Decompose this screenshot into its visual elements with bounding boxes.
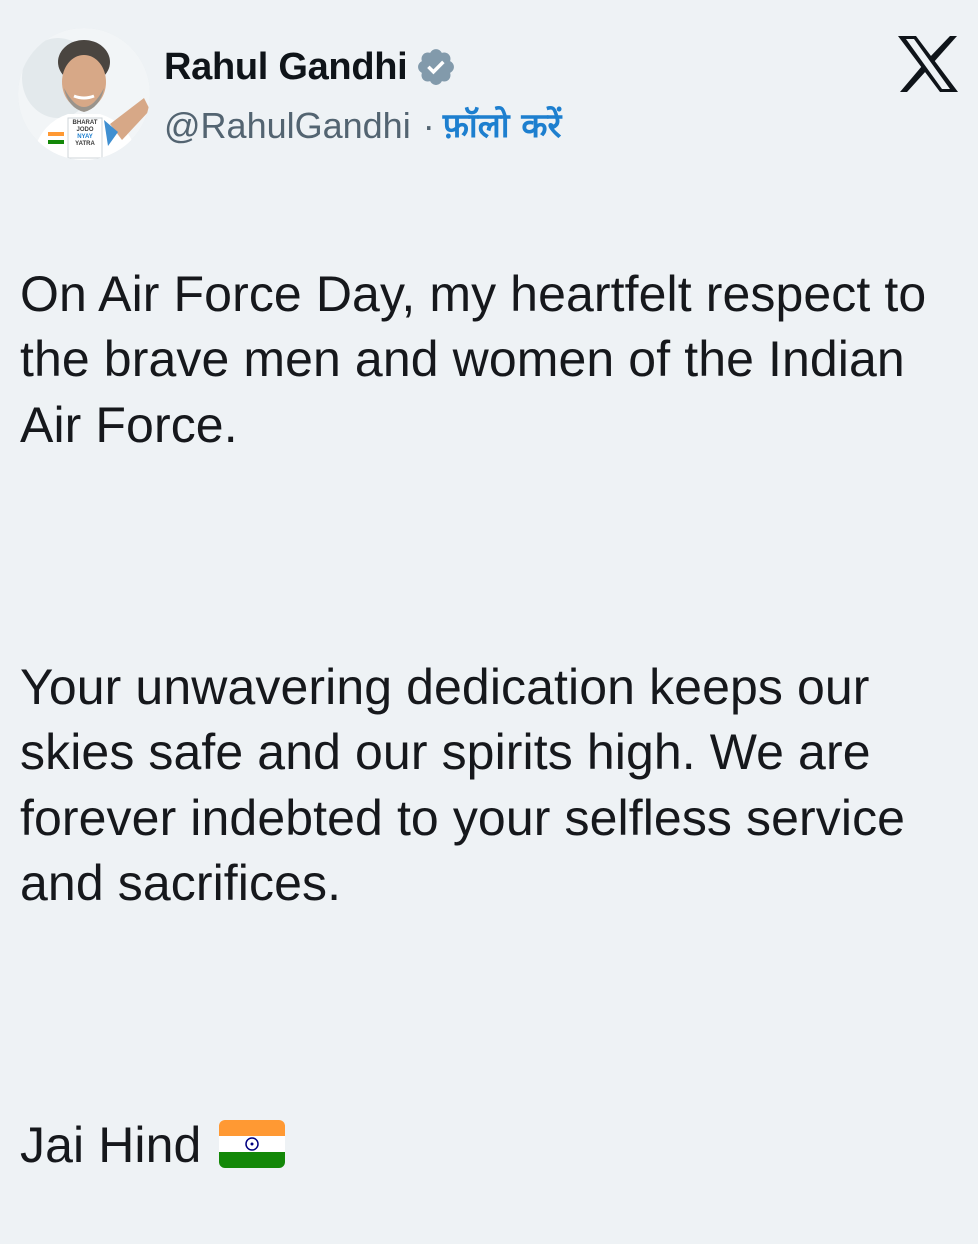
avatar-badge-text: BHARAT JODO NYAY YATRA bbox=[68, 120, 102, 148]
tweet-sign-off: Jai Hind bbox=[20, 1117, 202, 1173]
tweet-paragraph: On Air Force Day, my heartfelt respect t… bbox=[20, 265, 927, 453]
verified-badge-icon bbox=[415, 46, 457, 88]
name-row: Rahul Gandhi bbox=[164, 42, 457, 92]
indian-flag-icon bbox=[219, 1119, 286, 1168]
avatar[interactable]: BHARAT JODO NYAY YATRA bbox=[18, 28, 150, 160]
tweet-paragraph-final: Jai Hind bbox=[20, 1113, 960, 1179]
separator-dot: · bbox=[422, 105, 435, 146]
tweet-card: BHARAT JODO NYAY YATRA Rahul Gandhi @Rah… bbox=[0, 0, 978, 1173]
display-name[interactable]: Rahul Gandhi bbox=[164, 48, 408, 86]
avatar-badge-line: NYAY bbox=[77, 134, 93, 140]
avatar-badge-line: BHARAT bbox=[72, 120, 98, 126]
user-handle[interactable]: @RahulGandhi bbox=[164, 108, 411, 144]
avatar-badge-line: YATRA bbox=[75, 141, 95, 147]
follow-button[interactable]: फ़ॉलो करें bbox=[443, 109, 562, 143]
tweet-header: BHARAT JODO NYAY YATRA Rahul Gandhi @Rah… bbox=[18, 28, 960, 162]
x-logo-icon[interactable] bbox=[896, 34, 960, 94]
avatar-badge-line: JODO bbox=[76, 127, 94, 133]
handle-row: @RahulGandhi · फ़ॉलो करें bbox=[164, 102, 561, 150]
tweet-paragraph: Your unwavering dedication keeps our ski… bbox=[20, 658, 906, 912]
tweet-text: On Air Force Day, my heartfelt respect t… bbox=[20, 196, 960, 1244]
